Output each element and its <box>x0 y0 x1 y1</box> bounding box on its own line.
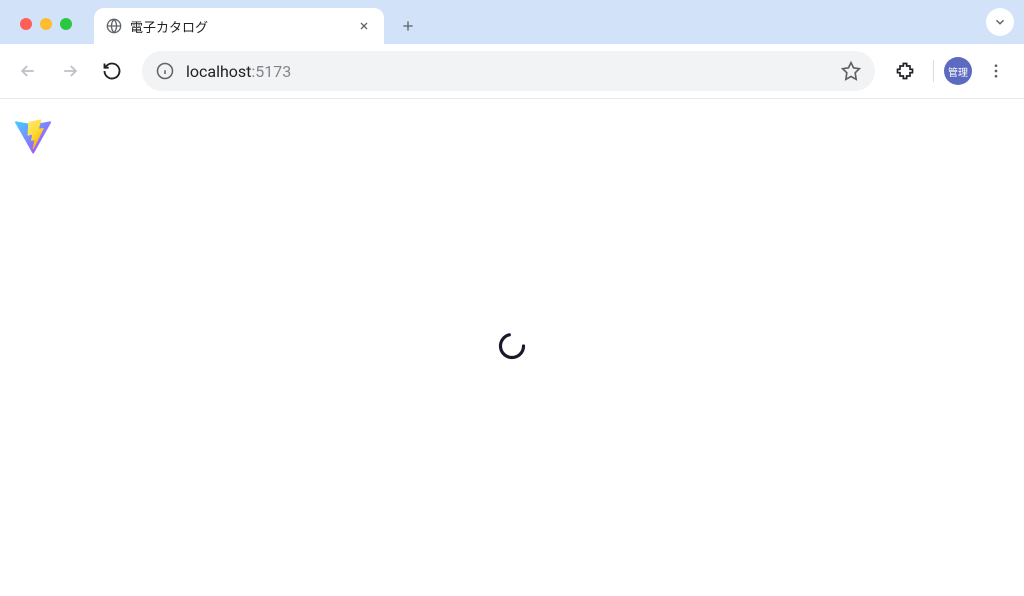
url-host: localhost <box>186 62 251 81</box>
forward-button[interactable] <box>52 53 88 89</box>
tab-title: 電子カタログ <box>130 17 348 36</box>
window-minimize-button[interactable] <box>40 18 52 30</box>
window-maximize-button[interactable] <box>60 18 72 30</box>
kebab-menu-icon[interactable] <box>978 53 1014 89</box>
url-port: :5173 <box>251 62 291 81</box>
window-traffic-lights <box>20 18 72 30</box>
vite-logo-icon <box>14 119 52 157</box>
new-tab-button[interactable] <box>394 12 422 40</box>
page-content <box>0 99 1024 596</box>
back-button[interactable] <box>10 53 46 89</box>
globe-icon <box>106 18 122 34</box>
chevron-down-icon[interactable] <box>986 8 1014 36</box>
window-close-button[interactable] <box>20 18 32 30</box>
close-icon[interactable] <box>356 18 372 34</box>
loading-spinner-icon <box>496 330 528 366</box>
bookmark-star-icon[interactable] <box>841 61 861 81</box>
tab-bar: 電子カタログ <box>0 0 1024 44</box>
address-bar[interactable]: localhost:5173 <box>142 51 875 91</box>
profile-avatar[interactable]: 管理 <box>944 57 972 85</box>
extensions-icon[interactable] <box>887 53 923 89</box>
info-icon[interactable] <box>156 62 174 80</box>
browser-tab[interactable]: 電子カタログ <box>94 8 384 44</box>
url-text: localhost:5173 <box>186 62 829 81</box>
profile-label: 管理 <box>948 64 968 79</box>
toolbar-separator <box>933 60 934 82</box>
reload-button[interactable] <box>94 53 130 89</box>
browser-toolbar: localhost:5173 管理 <box>0 44 1024 98</box>
